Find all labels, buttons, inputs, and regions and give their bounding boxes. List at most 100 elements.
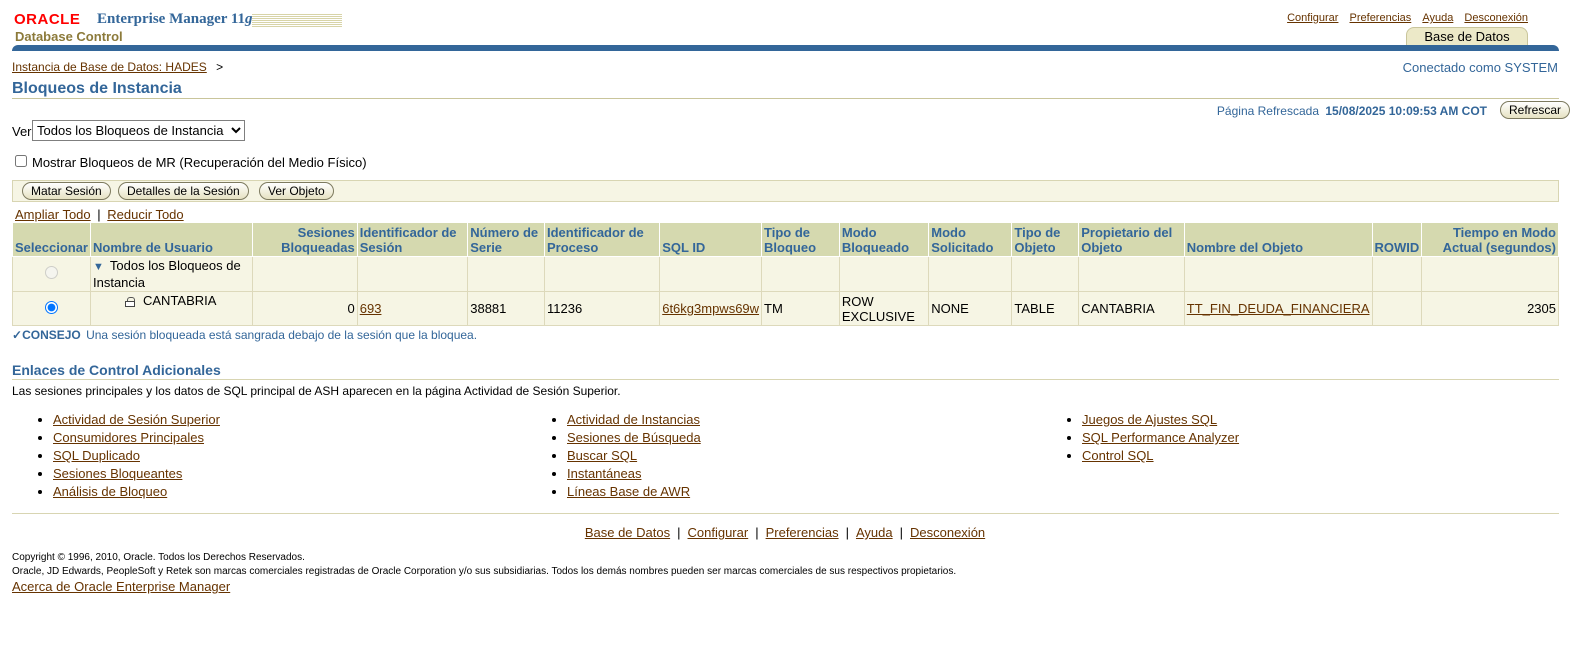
cell-user: CANTABRIA <box>89 291 254 326</box>
title-divider <box>12 98 1559 99</box>
link-search-sql[interactable]: Buscar SQL <box>567 448 637 463</box>
breadcrumb-instance-link[interactable]: Instancia de Base de Datos: HADES <box>12 60 207 74</box>
list-item: Juegos de Ajustes SQL <box>1082 411 1239 429</box>
sql-id-link[interactable]: 6t6kg3mpws69w <box>662 301 759 316</box>
connected-as: Conectado como SYSTEM <box>1402 60 1558 75</box>
locks-table: Seleccionar Nombre de Usuario Sesiones B… <box>12 222 1559 326</box>
global-link-desconexion[interactable]: Desconexión <box>1464 12 1528 24</box>
cell-blocked: 0 <box>252 291 358 326</box>
expand-separator: | <box>97 207 101 222</box>
cell-session-id: 693 <box>356 291 469 326</box>
copyright: Copyright © 1996, 2010, Oracle. Todos lo… <box>12 551 956 579</box>
list-item: Actividad de Instancias <box>567 411 701 429</box>
about-oracle-em-link[interactable]: Acerca de Oracle Enterprise Manager <box>12 579 230 594</box>
expand-all-link[interactable]: Ampliar Todo <box>15 207 91 222</box>
cell-sql-id: 6t6kg3mpws69w <box>659 291 763 326</box>
list-item: Actividad de Sesión Superior <box>53 411 220 429</box>
link-sql-control[interactable]: Control SQL <box>1082 448 1154 463</box>
additional-links-col3: Juegos de Ajustes SQL SQL Performance An… <box>1041 411 1239 465</box>
header-bar <box>12 45 1559 51</box>
section-divider <box>12 379 1559 380</box>
global-link-ayuda[interactable]: Ayuda <box>1422 12 1453 24</box>
mr-locks-label: Mostrar Bloqueos de MR (Recuperación del… <box>32 155 367 170</box>
link-blocking-sessions[interactable]: Sesiones Bloqueantes <box>53 466 182 481</box>
copyright-line-2: Oracle, JD Edwards, PeopleSoft y Retek s… <box>12 566 957 577</box>
kill-session-button[interactable]: Matar Sesión <box>22 182 111 200</box>
footer-divider <box>12 513 1559 514</box>
page-refreshed-label: Página Refrescada <box>1216 104 1319 118</box>
cell-mode-held: ROW EXCLUSIVE <box>838 291 930 326</box>
collapse-all-link[interactable]: Reducir Todo <box>107 207 183 222</box>
table-row-root: ▼ Todos los Bloqueos de Instancia <box>12 256 1559 292</box>
select-radio-root[interactable] <box>45 266 58 279</box>
refresh-button[interactable]: Refrescar <box>1499 101 1570 119</box>
cell-serial: 38881 <box>467 291 545 326</box>
cell-mode-requested: NONE <box>928 291 1013 326</box>
col-header-serial: Número de Serie <box>467 222 545 257</box>
cell-process: 11236 <box>543 291 661 326</box>
col-header-blocked: Sesiones Bloqueadas <box>252 222 358 257</box>
mr-locks-checkbox[interactable] <box>15 155 27 167</box>
list-item: Sesiones de Búsqueda <box>567 429 701 447</box>
global-link-preferencias[interactable]: Preferencias <box>1350 12 1412 24</box>
link-sql-performance-analyzer[interactable]: SQL Performance Analyzer <box>1082 430 1239 445</box>
col-header-lock-type: Tipo de Bloqueo <box>761 222 840 257</box>
link-top-session-activity[interactable]: Actividad de Sesión Superior <box>53 412 220 427</box>
session-id-link[interactable]: 693 <box>360 301 382 316</box>
tab-base-de-datos[interactable]: Base de Datos <box>1406 27 1528 46</box>
page-refreshed-timestamp: 15/08/2025 10:09:53 AM COT <box>1325 104 1487 118</box>
expand-collapse-links: Ampliar Todo | Reducir Todo <box>15 207 184 222</box>
footer-link-ayuda[interactable]: Ayuda <box>856 525 893 540</box>
view-object-button[interactable]: Ver Objeto <box>259 182 334 200</box>
list-item: Control SQL <box>1082 447 1239 465</box>
footer-link-base-de-datos[interactable]: Base de Datos <box>585 525 670 540</box>
additional-links-col2: Actividad de Instancias Sesiones de Búsq… <box>526 411 701 501</box>
col-header-object-name: Nombre del Objeto <box>1183 222 1373 257</box>
col-header-process: Identificador de Proceso <box>543 222 661 257</box>
link-instance-activity[interactable]: Actividad de Instancias <box>567 412 700 427</box>
col-header-user: Nombre de Usuario <box>89 222 254 257</box>
additional-links-description: Las sesiones principales y los datos de … <box>12 384 621 398</box>
link-sql-tuning-sets[interactable]: Juegos de Ajustes SQL <box>1082 412 1217 427</box>
cell-rowid <box>1371 291 1423 326</box>
cell-object-name: TT_FIN_DEUDA_FINANCIERA <box>1183 291 1373 326</box>
col-header-mode-held: Modo Bloqueado <box>838 222 930 257</box>
tip-label: CONSEJO <box>22 328 81 342</box>
link-hang-analysis[interactable]: Análisis de Bloqueo <box>53 484 167 499</box>
cell-time: 2305 <box>1421 291 1559 326</box>
footer-link-preferencias[interactable]: Preferencias <box>766 525 839 540</box>
footer-separator: | <box>845 525 849 540</box>
tree-root-label: Todos los Bloqueos de Instancia <box>93 258 241 290</box>
link-top-consumers[interactable]: Consumidores Principales <box>53 430 204 445</box>
global-links: Configurar Preferencias Ayuda Desconexió… <box>1279 12 1528 24</box>
table-row: CANTABRIA 0 693 38881 11236 6t6kg3mpws69… <box>12 291 1559 326</box>
object-name-link[interactable]: TT_FIN_DEUDA_FINANCIERA <box>1187 301 1370 316</box>
link-awr-baselines[interactable]: Líneas Base de AWR <box>567 484 690 499</box>
footer-link-configurar[interactable]: Configurar <box>688 525 749 540</box>
select-radio[interactable] <box>45 300 58 314</box>
cell-user-name: CANTABRIA <box>143 293 217 308</box>
global-link-configurar[interactable]: Configurar <box>1287 12 1338 24</box>
copyright-line-1: Copyright © 1996, 2010, Oracle. Todos lo… <box>12 552 305 563</box>
table-header-row: Seleccionar Nombre de Usuario Sesiones B… <box>12 222 1559 257</box>
tip-check-icon: ✓ <box>12 328 23 342</box>
col-header-owner: Propietario del Objeto <box>1078 222 1185 257</box>
tip: ✓CONSEJO Una sesión bloqueada está sangr… <box>12 328 477 342</box>
footer-link-desconexion[interactable]: Desconexión <box>910 525 985 540</box>
view-label: Ver <box>12 124 32 139</box>
session-details-button[interactable]: Detalles de la Sesión <box>118 182 249 200</box>
footer-separator: | <box>677 525 681 540</box>
col-header-time: Tiempo en Modo Actual (segundos) <box>1421 222 1559 257</box>
view-select[interactable]: Todos los Bloqueos de Instancia <box>32 120 245 141</box>
additional-links-col1: Actividad de Sesión Superior Consumidore… <box>12 411 220 501</box>
cell-lock-type: TM <box>761 291 840 326</box>
link-snapshots[interactable]: Instantáneas <box>567 466 641 481</box>
col-header-mode-requested: Modo Solicitado <box>928 222 1013 257</box>
link-duplicate-sql[interactable]: SQL Duplicado <box>53 448 140 463</box>
breadcrumb-separator: > <box>216 60 224 74</box>
brand-stripes-decoration <box>252 13 342 27</box>
tree-expand-icon[interactable]: ▼ <box>93 261 104 273</box>
page-refreshed-info: Página Refrescada 15/08/2025 10:09:53 AM… <box>1217 104 1487 118</box>
cell-user-root: ▼ Todos los Bloqueos de Instancia <box>89 256 254 292</box>
link-search-sessions[interactable]: Sesiones de Búsqueda <box>567 430 701 445</box>
